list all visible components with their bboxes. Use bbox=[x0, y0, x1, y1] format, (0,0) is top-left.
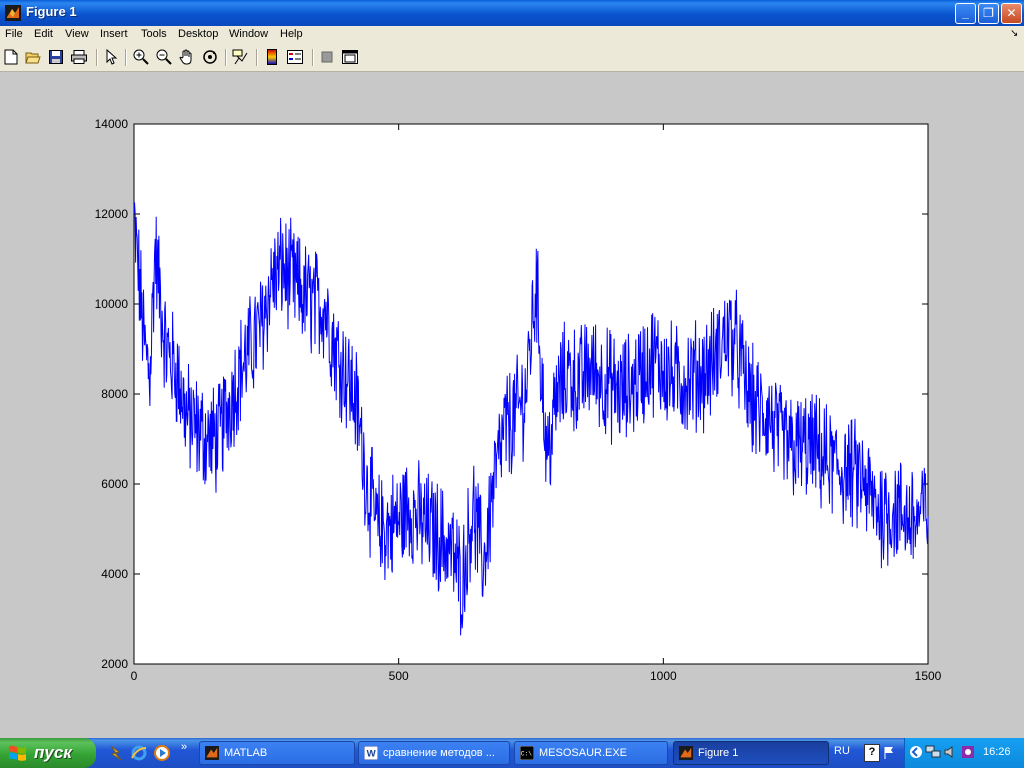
y-tick-label: 14000 bbox=[95, 117, 129, 131]
task-figure-1[interactable]: Figure 1 bbox=[673, 741, 829, 765]
plot-svg[interactable]: 0 500 1000 1500 2000 4000 6000 8000 10000 12000 14… bbox=[0, 72, 1024, 736]
svg-text:C:\: C:\ bbox=[521, 751, 532, 758]
menu-tools[interactable]: Tools bbox=[141, 28, 167, 40]
task-label: сравнение методов ... bbox=[383, 747, 495, 759]
menu-desktop[interactable]: Desktop bbox=[178, 28, 218, 40]
clock: 16:26 bbox=[983, 746, 1011, 758]
matlab-figure-task-icon bbox=[679, 746, 693, 760]
task-label: Figure 1 bbox=[698, 747, 739, 759]
maximize-button[interactable]: ❐ bbox=[978, 3, 999, 24]
hide-plot-tools-icon[interactable] bbox=[318, 48, 336, 66]
svg-text:W: W bbox=[367, 749, 377, 760]
minimize-button[interactable]: _ bbox=[955, 3, 976, 24]
window-title: Figure 1 bbox=[26, 4, 77, 19]
y-tick-label: 4000 bbox=[101, 567, 128, 581]
figure-canvas: 0 500 1000 1500 2000 4000 6000 8000 10000 12000 14… bbox=[0, 72, 1024, 736]
x-tick-label: 500 bbox=[389, 669, 409, 683]
task-mesosaur[interactable]: C:\ MESOSAUR.EXE bbox=[514, 741, 668, 765]
windows-flag-icon bbox=[9, 745, 26, 761]
colorbar-icon[interactable] bbox=[263, 48, 281, 66]
media-player-icon[interactable] bbox=[153, 744, 171, 762]
console-icon: C:\ bbox=[520, 746, 534, 760]
dock-arrow-icon[interactable]: ↘ bbox=[1010, 28, 1018, 39]
y-tick-label: 8000 bbox=[101, 387, 128, 401]
quicklaunch-flash-icon[interactable] bbox=[107, 744, 125, 762]
save-icon[interactable] bbox=[47, 48, 65, 66]
toolbar-separator bbox=[225, 49, 226, 66]
antivirus-icon[interactable] bbox=[961, 745, 975, 759]
pan-hand-icon[interactable] bbox=[178, 48, 196, 66]
menu-file[interactable]: File bbox=[5, 28, 23, 40]
task-label: MESOSAUR.EXE bbox=[539, 747, 628, 759]
tray-expand-icon[interactable] bbox=[909, 745, 923, 759]
task-matlab[interactable]: MATLAB bbox=[199, 741, 355, 765]
quicklaunch-chevron-icon[interactable]: » bbox=[181, 741, 187, 753]
start-label: пуск bbox=[34, 743, 72, 762]
taskbar: пуск » MATLAB W сравнение методов ... C:… bbox=[0, 738, 1024, 768]
toolbar-separator bbox=[125, 49, 126, 66]
menu-bar: File Edit View Insert Tools Desktop Wind… bbox=[0, 26, 1024, 44]
show-plot-tools-icon[interactable] bbox=[341, 48, 359, 66]
close-button[interactable]: ✕ bbox=[1001, 3, 1022, 24]
word-document-icon: W bbox=[364, 746, 378, 760]
flag-status-icon[interactable] bbox=[884, 746, 896, 760]
matlab-icon bbox=[5, 5, 21, 21]
figure-toolbar bbox=[0, 44, 1024, 72]
pointer-icon[interactable] bbox=[103, 48, 121, 66]
open-folder-icon[interactable] bbox=[24, 48, 42, 66]
new-file-icon[interactable] bbox=[2, 48, 20, 66]
y-tick-label: 2000 bbox=[101, 657, 128, 671]
y-tick-label: 6000 bbox=[101, 477, 128, 491]
volume-icon[interactable] bbox=[944, 745, 958, 759]
rotate-3d-icon[interactable] bbox=[201, 48, 219, 66]
toolbar-separator bbox=[256, 49, 257, 66]
zoom-in-icon[interactable] bbox=[132, 48, 150, 66]
menu-insert[interactable]: Insert bbox=[100, 28, 128, 40]
y-tick-label: 10000 bbox=[95, 297, 129, 311]
axes-background bbox=[133, 123, 929, 665]
toolbar-separator bbox=[96, 49, 97, 66]
data-cursor-icon[interactable] bbox=[232, 48, 250, 66]
legend-icon[interactable] bbox=[286, 48, 304, 66]
zoom-out-icon[interactable] bbox=[155, 48, 173, 66]
help-icon[interactable]: ? bbox=[864, 744, 880, 762]
x-tick-label: 1000 bbox=[650, 669, 677, 683]
menu-window[interactable]: Window bbox=[229, 28, 268, 40]
menu-edit[interactable]: Edit bbox=[34, 28, 53, 40]
window-title-bar[interactable]: Figure 1 _ ❐ ✕ bbox=[0, 0, 1024, 26]
start-button[interactable]: пуск bbox=[0, 738, 96, 768]
task-word-document[interactable]: W сравнение методов ... bbox=[358, 741, 510, 765]
language-indicator[interactable]: RU bbox=[834, 745, 850, 757]
system-tray: 16:26 bbox=[904, 738, 1024, 768]
internet-explorer-icon[interactable] bbox=[130, 744, 148, 762]
print-icon[interactable] bbox=[70, 48, 88, 66]
menu-view[interactable]: View bbox=[65, 28, 89, 40]
matlab-task-icon bbox=[205, 746, 219, 760]
toolbar-separator bbox=[312, 49, 313, 66]
menu-help[interactable]: Help bbox=[280, 28, 303, 40]
x-tick-label: 1500 bbox=[915, 669, 942, 683]
task-label: MATLAB bbox=[224, 747, 268, 759]
network-icon[interactable] bbox=[925, 745, 941, 759]
y-tick-label: 12000 bbox=[95, 207, 129, 221]
x-tick-label: 0 bbox=[131, 669, 138, 683]
